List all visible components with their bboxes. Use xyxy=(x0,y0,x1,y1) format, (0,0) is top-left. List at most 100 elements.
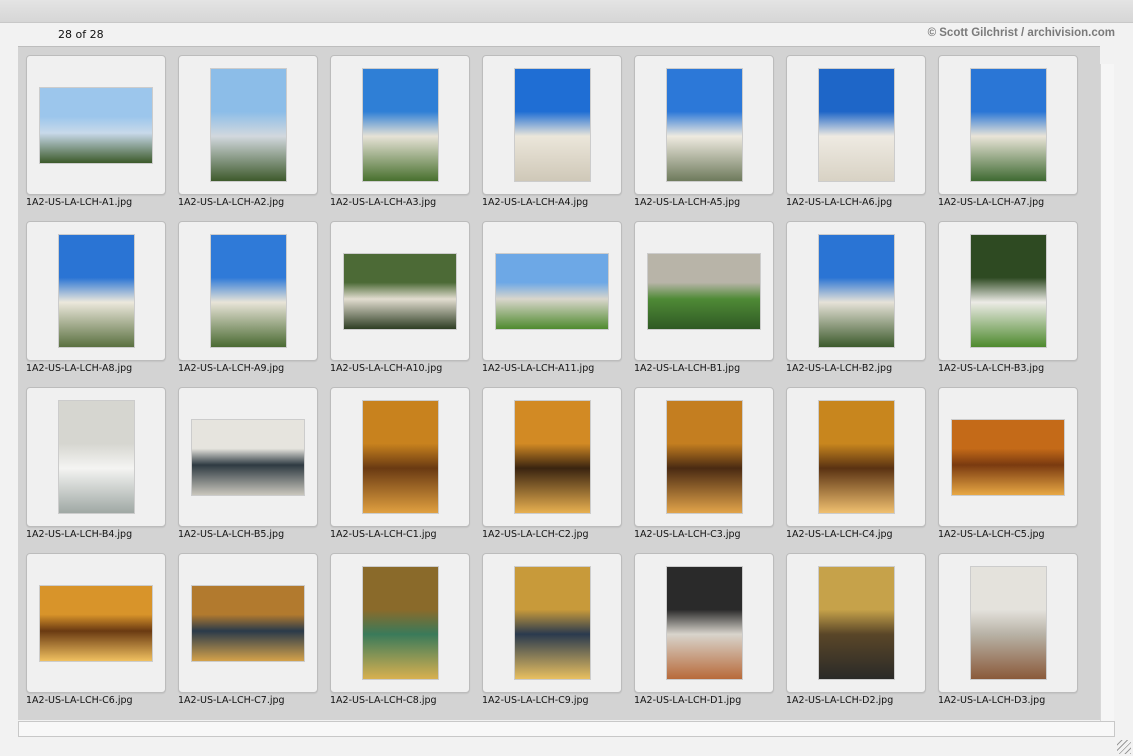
thumbnail-image[interactable] xyxy=(192,585,304,661)
thumbnail-frame[interactable] xyxy=(482,553,622,693)
thumbnail-item[interactable]: 1A2-US-LA-LCH-B3.jpg xyxy=(938,221,1078,387)
thumbnail-item[interactable]: 1A2-US-LA-LCH-C2.jpg xyxy=(482,387,622,553)
thumbnail-filename: 1A2-US-LA-LCH-A10.jpg xyxy=(330,363,443,374)
thumbnail-image[interactable] xyxy=(210,69,286,181)
thumbnail-filename: 1A2-US-LA-LCH-A3.jpg xyxy=(330,197,437,208)
thumbnail-item[interactable]: 1A2-US-LA-LCH-A5.jpg xyxy=(634,55,774,221)
thumbnail-item[interactable]: 1A2-US-LA-LCH-A7.jpg xyxy=(938,55,1078,221)
thumbnail-item[interactable]: 1A2-US-LA-LCH-D2.jpg xyxy=(786,553,926,719)
thumbnail-item[interactable]: 1A2-US-LA-LCH-C9.jpg xyxy=(482,553,622,719)
thumbnail-image[interactable] xyxy=(666,69,742,181)
thumbnail-frame[interactable] xyxy=(178,387,318,527)
thumbnail-frame[interactable] xyxy=(330,387,470,527)
thumbnail-item[interactable]: 1A2-US-LA-LCH-C6.jpg xyxy=(26,553,166,719)
thumbnail-frame[interactable] xyxy=(482,387,622,527)
thumbnail-image[interactable] xyxy=(514,567,590,679)
thumbnail-filename: 1A2-US-LA-LCH-C2.jpg xyxy=(482,529,589,540)
thumbnail-frame[interactable] xyxy=(330,221,470,361)
thumbnail-frame[interactable] xyxy=(634,221,774,361)
thumbnail-image[interactable] xyxy=(40,87,152,163)
thumbnail-item[interactable]: 1A2-US-LA-LCH-A6.jpg xyxy=(786,55,926,221)
thumbnail-item[interactable]: 1A2-US-LA-LCH-A3.jpg xyxy=(330,55,470,221)
thumbnail-image[interactable] xyxy=(192,419,304,495)
thumbnail-item[interactable]: 1A2-US-LA-LCH-D1.jpg xyxy=(634,553,774,719)
thumbnail-item[interactable]: 1A2-US-LA-LCH-B2.jpg xyxy=(786,221,926,387)
thumbnail-frame[interactable] xyxy=(938,387,1078,527)
thumbnail-frame[interactable] xyxy=(634,55,774,195)
thumbnail-frame[interactable] xyxy=(26,55,166,195)
thumbnail-image[interactable] xyxy=(514,69,590,181)
thumbnail-image[interactable] xyxy=(344,253,456,329)
thumbnail-frame[interactable] xyxy=(938,55,1078,195)
thumbnail-item[interactable]: 1A2-US-LA-LCH-B1.jpg xyxy=(634,221,774,387)
thumbnail-frame[interactable] xyxy=(938,221,1078,361)
thumbnail-frame[interactable] xyxy=(786,553,926,693)
thumbnail-image[interactable] xyxy=(666,401,742,513)
thumbnail-item[interactable]: 1A2-US-LA-LCH-A9.jpg xyxy=(178,221,318,387)
thumbnail-filename: 1A2-US-LA-LCH-D2.jpg xyxy=(786,695,894,706)
thumbnail-item[interactable]: 1A2-US-LA-LCH-C5.jpg xyxy=(938,387,1078,553)
thumbnail-grid-panel: 1A2-US-LA-LCH-A1.jpg 1A2-US-LA-LCH-A2.jpg… xyxy=(18,46,1100,720)
thumbnail-item[interactable]: 1A2-US-LA-LCH-C1.jpg xyxy=(330,387,470,553)
thumbnail-filename: 1A2-US-LA-LCH-C7.jpg xyxy=(178,695,285,706)
thumbnail-filename: 1A2-US-LA-LCH-B2.jpg xyxy=(786,363,893,374)
thumbnail-item[interactable]: 1A2-US-LA-LCH-B5.jpg xyxy=(178,387,318,553)
thumbnail-image[interactable] xyxy=(818,69,894,181)
thumbnail-frame[interactable] xyxy=(634,553,774,693)
thumbnail-item[interactable]: 1A2-US-LA-LCH-A2.jpg xyxy=(178,55,318,221)
thumbnail-item[interactable]: 1A2-US-LA-LCH-A4.jpg xyxy=(482,55,622,221)
thumbnail-item[interactable]: 1A2-US-LA-LCH-C7.jpg xyxy=(178,553,318,719)
thumbnail-item[interactable]: 1A2-US-LA-LCH-A8.jpg xyxy=(26,221,166,387)
thumbnail-frame[interactable] xyxy=(330,55,470,195)
thumbnail-image[interactable] xyxy=(970,567,1046,679)
thumbnail-frame[interactable] xyxy=(786,221,926,361)
thumbnail-frame[interactable] xyxy=(178,55,318,195)
thumbnail-image[interactable] xyxy=(666,567,742,679)
thumbnail-filename: 1A2-US-LA-LCH-C6.jpg xyxy=(26,695,133,706)
thumbnail-item[interactable]: 1A2-US-LA-LCH-C4.jpg xyxy=(786,387,926,553)
thumbnail-image[interactable] xyxy=(818,235,894,347)
thumbnail-filename: 1A2-US-LA-LCH-B3.jpg xyxy=(938,363,1045,374)
thumbnail-image[interactable] xyxy=(648,253,760,329)
thumbnail-item[interactable]: 1A2-US-LA-LCH-C8.jpg xyxy=(330,553,470,719)
thumbnail-item[interactable]: 1A2-US-LA-LCH-A10.jpg xyxy=(330,221,470,387)
thumbnail-frame[interactable] xyxy=(634,387,774,527)
thumbnail-image[interactable] xyxy=(952,419,1064,495)
thumbnail-filename: 1A2-US-LA-LCH-A6.jpg xyxy=(786,197,893,208)
thumbnail-filename: 1A2-US-LA-LCH-B5.jpg xyxy=(178,529,285,540)
thumbnail-frame[interactable] xyxy=(482,221,622,361)
thumbnail-image[interactable] xyxy=(362,401,438,513)
thumbnail-image[interactable] xyxy=(970,235,1046,347)
horizontal-scrollbar[interactable] xyxy=(18,721,1115,737)
thumbnail-frame[interactable] xyxy=(482,55,622,195)
thumbnail-image[interactable] xyxy=(210,235,286,347)
thumbnail-item[interactable]: 1A2-US-LA-LCH-C3.jpg xyxy=(634,387,774,553)
thumbnail-frame[interactable] xyxy=(26,221,166,361)
thumbnail-frame[interactable] xyxy=(786,55,926,195)
thumbnail-image[interactable] xyxy=(362,69,438,181)
thumbnail-image[interactable] xyxy=(40,585,152,661)
thumbnail-image[interactable] xyxy=(362,567,438,679)
thumbnail-frame[interactable] xyxy=(178,553,318,693)
vertical-scrollbar[interactable] xyxy=(1100,64,1114,721)
thumbnail-item[interactable]: 1A2-US-LA-LCH-A1.jpg xyxy=(26,55,166,221)
thumbnail-image[interactable] xyxy=(970,69,1046,181)
thumbnail-image[interactable] xyxy=(818,401,894,513)
thumbnail-filename: 1A2-US-LA-LCH-A5.jpg xyxy=(634,197,741,208)
thumbnail-image[interactable] xyxy=(818,567,894,679)
thumbnail-image[interactable] xyxy=(514,401,590,513)
thumbnail-frame[interactable] xyxy=(938,553,1078,693)
thumbnail-frame[interactable] xyxy=(786,387,926,527)
thumbnail-image[interactable] xyxy=(58,401,134,513)
thumbnail-item[interactable]: 1A2-US-LA-LCH-B4.jpg xyxy=(26,387,166,553)
resize-grip-icon[interactable] xyxy=(1117,740,1131,754)
thumbnail-item[interactable]: 1A2-US-LA-LCH-A11.jpg xyxy=(482,221,622,387)
thumbnail-frame[interactable] xyxy=(26,387,166,527)
thumbnail-frame[interactable] xyxy=(178,221,318,361)
thumbnail-image[interactable] xyxy=(58,235,134,347)
thumbnail-item[interactable]: 1A2-US-LA-LCH-D3.jpg xyxy=(938,553,1078,719)
thumbnail-frame[interactable] xyxy=(26,553,166,693)
thumbnail-frame[interactable] xyxy=(330,553,470,693)
thumbnail-filename: 1A2-US-LA-LCH-D3.jpg xyxy=(938,695,1046,706)
thumbnail-image[interactable] xyxy=(496,253,608,329)
